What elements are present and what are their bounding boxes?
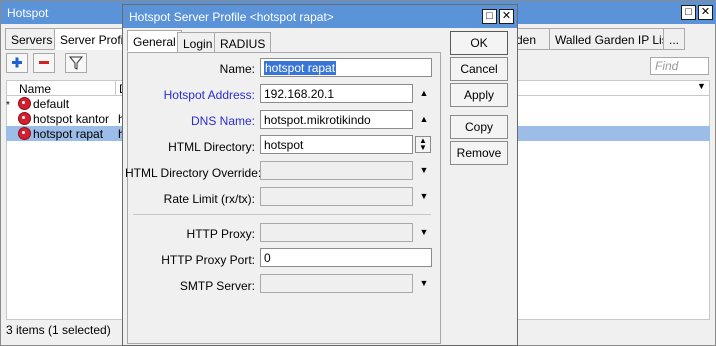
remove-profile-button[interactable]: Remove: [450, 141, 508, 165]
collapse-up-icon[interactable]: ▲: [417, 86, 431, 100]
tab-servers[interactable]: Servers: [5, 28, 59, 50]
dns-name-field[interactable]: hotspot.mikrotikindo: [260, 110, 413, 129]
tab-radius[interactable]: RADIUS: [214, 32, 272, 54]
expand-down-icon[interactable]: ▼: [417, 163, 431, 177]
dialog-maximize-icon[interactable]: □: [482, 9, 497, 24]
plus-icon: [12, 57, 22, 68]
html-directory-label: HTML Directory:: [168, 140, 255, 154]
tab-label: Servers: [11, 33, 53, 47]
list-item-selected[interactable]: hotspot rapat: [6, 127, 123, 142]
name-field[interactable]: hotspot rapat: [260, 58, 432, 77]
separator: [133, 214, 431, 215]
column-name-header[interactable]: Name: [19, 82, 51, 96]
tab-label: RADIUS: [220, 37, 266, 51]
http-proxy-label: HTTP Proxy:: [186, 227, 255, 241]
hotspot-address-field[interactable]: 192.168.20.1: [260, 84, 413, 103]
minus-icon: [39, 61, 49, 64]
tab-label: ...: [669, 33, 680, 47]
name-label: Name:: [219, 62, 255, 76]
profile-icon: [18, 127, 31, 140]
hotspot-address-label: Hotspot Address:: [163, 88, 255, 102]
filter-button[interactable]: [65, 53, 87, 73]
row-name: default: [33, 97, 70, 111]
http-proxy-port-value: 0: [264, 251, 271, 265]
apply-button[interactable]: Apply: [450, 83, 508, 107]
hotspot-address-value: 192.168.20.1: [264, 87, 335, 101]
remove-button[interactable]: [33, 53, 55, 73]
html-directory-field[interactable]: hotspot: [260, 135, 413, 154]
maximize-icon[interactable]: □: [681, 5, 696, 20]
row-name: hotspot kantor: [33, 112, 110, 126]
rate-limit-label: Rate Limit (rx/tx):: [163, 192, 255, 206]
cancel-button[interactable]: Cancel: [450, 57, 508, 81]
filter-icon: [68, 56, 84, 70]
smtp-server-label: SMTP Server:: [179, 279, 255, 293]
tab-label: Walled Garden IP List: [555, 33, 672, 47]
list-item[interactable]: * default: [6, 97, 123, 112]
column-dropdown-icon[interactable]: ▼: [697, 81, 706, 91]
dropdown-icon[interactable]: ▲ ▼: [415, 136, 431, 153]
tab-more[interactable]: ...: [663, 28, 686, 50]
collapse-up-icon[interactable]: ▲: [417, 112, 431, 126]
default-marker: *: [6, 100, 10, 111]
tab-label: General: [133, 35, 176, 49]
ok-button[interactable]: OK: [450, 31, 508, 55]
expand-down-icon[interactable]: ▼: [417, 225, 431, 239]
tab-general[interactable]: General: [127, 30, 182, 52]
dialog-title: Hotspot Server Profile <hotspot rapat>: [129, 10, 334, 24]
html-directory-override-label: HTML Directory Override:: [125, 166, 262, 180]
close-icon[interactable]: ✕: [698, 5, 713, 20]
dns-name-value: hotspot.mikrotikindo: [264, 113, 371, 127]
profile-icon: [18, 97, 31, 110]
name-value: hotspot rapat: [264, 61, 337, 75]
html-directory-override-field[interactable]: [260, 161, 413, 180]
expand-down-icon[interactable]: ▼: [417, 189, 431, 203]
tab-walled-garden-ip-list[interactable]: Walled Garden IP List: [549, 28, 678, 50]
http-proxy-port-label: HTTP Proxy Port:: [161, 253, 255, 267]
profile-icon: [18, 112, 31, 125]
dialog-titlebar[interactable]: Hotspot Server Profile <hotspot rapat>: [123, 5, 517, 28]
find-placeholder: Find: [655, 59, 679, 73]
rate-limit-field[interactable]: [260, 187, 413, 206]
find-input[interactable]: Find: [650, 57, 709, 75]
add-button[interactable]: [6, 53, 28, 73]
dialog-close-icon[interactable]: ✕: [499, 9, 514, 24]
smtp-server-field[interactable]: [260, 274, 413, 293]
html-directory-value: hotspot: [264, 138, 304, 152]
tab-label: Login: [183, 37, 213, 51]
status-text: 3 items (1 selected): [6, 323, 111, 337]
list-item[interactable]: hotspot kantor: [6, 112, 123, 127]
dns-name-label: DNS Name:: [190, 114, 255, 128]
http-proxy-field[interactable]: [260, 223, 413, 242]
copy-button[interactable]: Copy: [450, 115, 508, 139]
tab-login[interactable]: Login: [177, 32, 219, 54]
hotspot-window-title: Hotspot: [7, 6, 49, 20]
http-proxy-port-field[interactable]: 0: [260, 248, 432, 267]
row-name: hotspot rapat: [33, 127, 104, 141]
expand-down-icon[interactable]: ▼: [417, 276, 431, 290]
hotspot-server-profile-dialog: Hotspot Server Profile <hotspot rapat> □…: [122, 4, 518, 346]
